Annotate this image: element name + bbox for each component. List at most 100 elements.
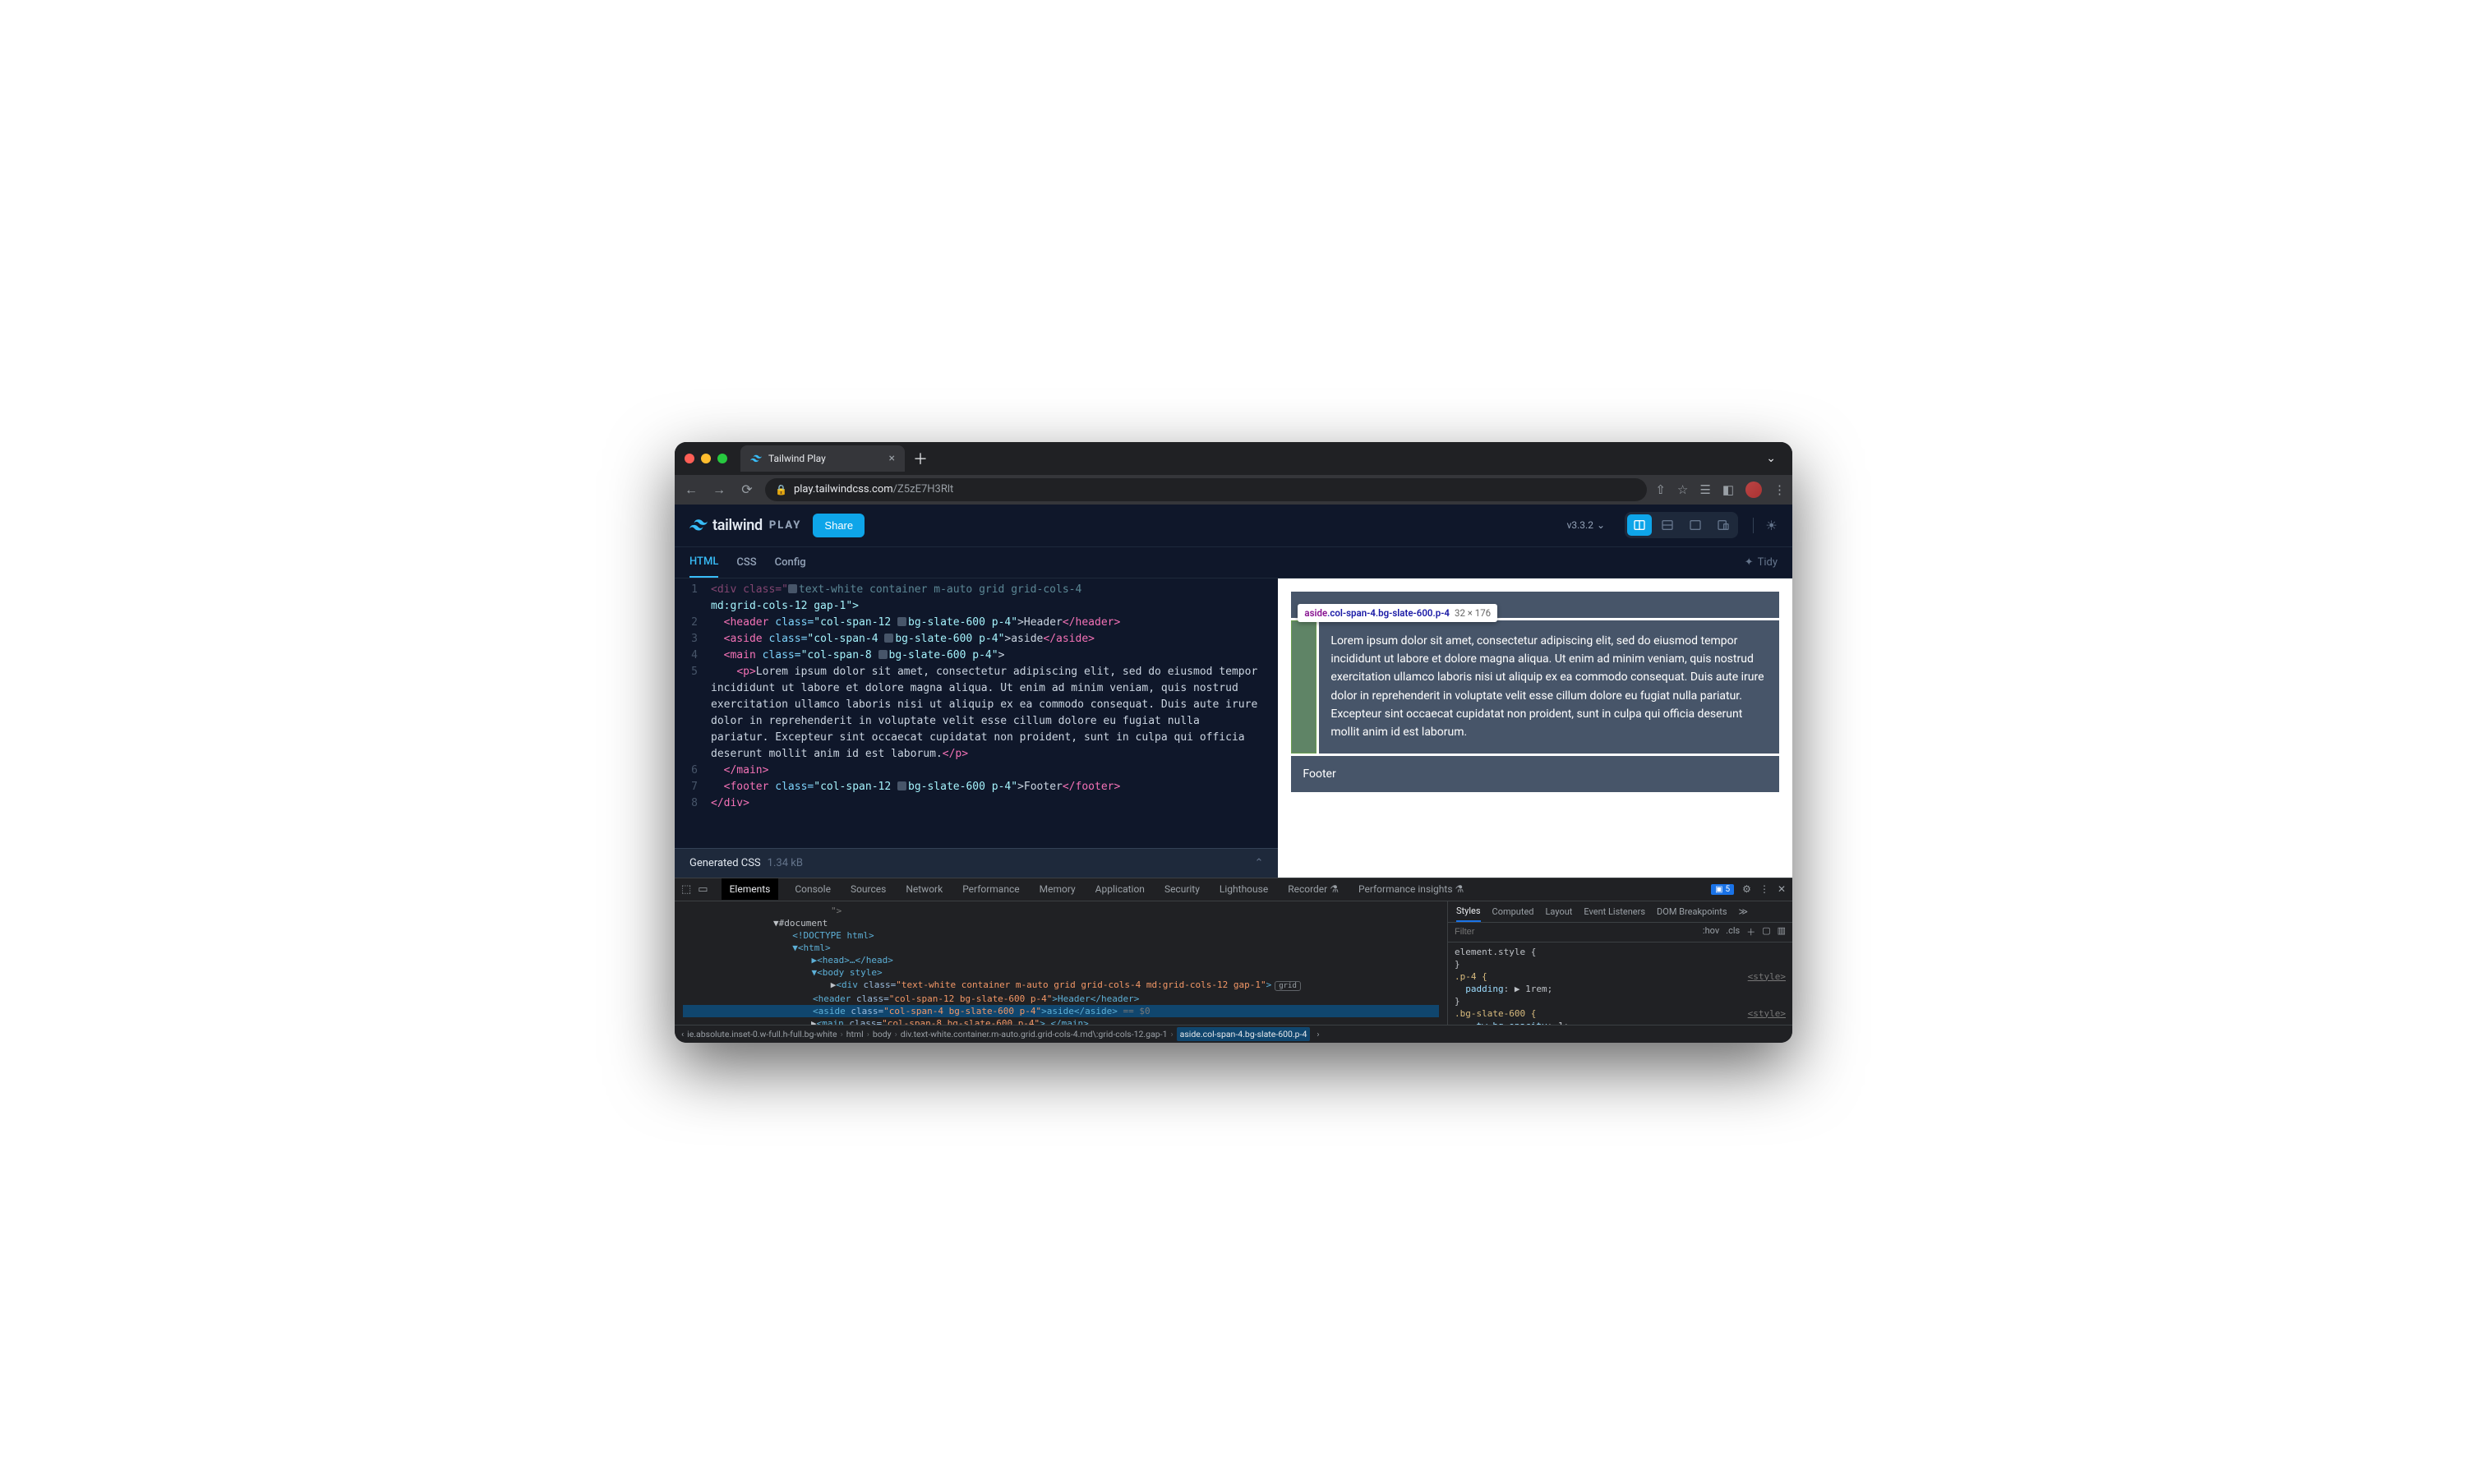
preview-footer: Footer bbox=[1291, 756, 1779, 792]
theme-toggle-icon[interactable]: ☀ bbox=[1753, 518, 1778, 533]
nav-reload-icon[interactable]: ⟳ bbox=[737, 482, 757, 497]
styles-tab-styles[interactable]: Styles bbox=[1456, 901, 1481, 922]
browser-tab-active[interactable]: Tailwind Play × bbox=[740, 445, 905, 472]
styles-tab-layout[interactable]: Layout bbox=[1546, 906, 1573, 917]
styles-tabs: Styles Computed Layout Event Listeners D… bbox=[1448, 901, 1792, 923]
devtools-tab-application[interactable]: Application bbox=[1092, 878, 1148, 900]
code-editor[interactable]: 1<div class="text-white container m-auto… bbox=[675, 578, 1278, 848]
computed-toggle-icon[interactable]: ▢ bbox=[1762, 925, 1770, 938]
styles-tab-event[interactable]: Event Listeners bbox=[1584, 906, 1645, 917]
tab-config[interactable]: Config bbox=[775, 548, 806, 577]
hov-toggle[interactable]: :hov bbox=[1703, 925, 1719, 938]
devtools-tab-security[interactable]: Security bbox=[1161, 878, 1203, 900]
window-close[interactable] bbox=[685, 454, 694, 463]
layout-split-vertical[interactable] bbox=[1627, 514, 1652, 536]
preview-pane: aside.col-span-4.bg-slate-600.p-4 32 × 1… bbox=[1278, 578, 1792, 878]
layout-preview-only[interactable] bbox=[1683, 514, 1708, 536]
devtools-tab-recorder[interactable]: Recorder ⚗ bbox=[1284, 878, 1342, 900]
sidepanel-icon[interactable]: ◧ bbox=[1722, 482, 1734, 497]
tab-close-icon[interactable]: × bbox=[889, 452, 895, 465]
devtools-tab-elements[interactable]: Elements bbox=[722, 878, 779, 900]
color-swatch-icon bbox=[788, 584, 797, 593]
inspect-element-icon[interactable]: ⬚ bbox=[681, 883, 691, 896]
devtools-tab-console[interactable]: Console bbox=[791, 878, 834, 900]
window-maximize[interactable] bbox=[717, 454, 727, 463]
tailwind-header: tailwind PLAY Share v3.3.2 ⌄ ☀ bbox=[675, 505, 1792, 547]
editor-pane: 1<div class="text-white container m-auto… bbox=[675, 578, 1278, 878]
breadcrumb-left-icon[interactable]: ‹ bbox=[681, 1029, 684, 1039]
more-tabs-icon[interactable]: ≫ bbox=[1739, 906, 1749, 917]
styles-tab-computed[interactable]: Computed bbox=[1492, 906, 1534, 917]
browser-menu-icon[interactable]: ⋮ bbox=[1773, 482, 1786, 497]
devtools-styles-pane: Styles Computed Layout Event Listeners D… bbox=[1447, 901, 1792, 1025]
url-text: play.tailwindcss.com/Z5zE7H3Rlt bbox=[794, 483, 953, 495]
reading-list-icon[interactable]: ☰ bbox=[1699, 482, 1710, 497]
nav-back-icon[interactable]: ← bbox=[681, 482, 701, 498]
browser-addressbar: ← → ⟳ 🔒 play.tailwindcss.com/Z5zE7H3Rlt … bbox=[675, 475, 1792, 505]
devtools-body: "> ▼#document <!DOCTYPE html> ▼<html> ▶<… bbox=[675, 901, 1792, 1025]
tidy-label: Tidy bbox=[1758, 556, 1778, 569]
devtools-tab-network[interactable]: Network bbox=[902, 878, 946, 900]
color-swatch-icon bbox=[897, 781, 906, 790]
issues-badge[interactable]: ▣ 5 bbox=[1711, 884, 1734, 895]
addressbar-actions: ⇧ ☆ ☰ ◧ ⋮ bbox=[1655, 482, 1786, 498]
share-page-icon[interactable]: ⇧ bbox=[1655, 482, 1666, 497]
new-tab-button[interactable]: ＋ bbox=[905, 448, 936, 469]
devtools: ⬚ ▭ Elements Console Sources Network Per… bbox=[675, 878, 1792, 1043]
device-toolbar-icon[interactable]: ▭ bbox=[698, 883, 708, 896]
preview-main: Lorem ipsum dolor sit amet, consectetur … bbox=[1319, 620, 1779, 754]
new-rule-icon[interactable]: ＋ bbox=[1746, 925, 1755, 938]
editor-tabs: HTML CSS Config ✦ Tidy bbox=[675, 547, 1792, 578]
devtools-tab-perf-insights[interactable]: Performance insights ⚗ bbox=[1355, 878, 1467, 900]
split-pane: 1<div class="text-white container m-auto… bbox=[675, 578, 1792, 878]
tab-html[interactable]: HTML bbox=[689, 547, 718, 578]
inspect-highlight-overlay bbox=[1291, 620, 1317, 754]
devtools-tab-memory[interactable]: Memory bbox=[1036, 878, 1079, 900]
rendering-toggle-icon[interactable]: ▥ bbox=[1778, 925, 1786, 938]
breadcrumb-item[interactable]: body bbox=[873, 1029, 892, 1039]
styles-filter-input[interactable] bbox=[1455, 927, 1696, 937]
generated-css-panel[interactable]: Generated CSS 1.34 kB ⌃ bbox=[675, 848, 1278, 878]
breadcrumb-item-active[interactable]: aside.col-span-4.bg-slate-600.p-4 bbox=[1177, 1027, 1311, 1041]
devtools-tab-sources[interactable]: Sources bbox=[847, 878, 889, 900]
layout-toggles bbox=[1625, 512, 1738, 538]
inspect-dimensions: 32 × 176 bbox=[1455, 607, 1491, 619]
breadcrumb-right-icon[interactable]: › bbox=[1317, 1029, 1319, 1039]
layout-responsive[interactable] bbox=[1711, 514, 1736, 536]
devtools-settings-icon[interactable]: ⚙ bbox=[1742, 883, 1751, 895]
flask-icon: ⚗ bbox=[1455, 883, 1464, 895]
devtools-menu-icon[interactable]: ⋮ bbox=[1759, 883, 1769, 895]
version-select[interactable]: v3.3.2 ⌄ bbox=[1559, 514, 1613, 536]
share-button[interactable]: Share bbox=[813, 514, 865, 537]
devtools-breadcrumb: ‹ ie.absolute.inset-0.w-full.h-full.bg-w… bbox=[675, 1025, 1792, 1043]
browser-titlebar: Tailwind Play × ＋ ⌄ bbox=[675, 442, 1792, 475]
breadcrumb-item[interactable]: html bbox=[846, 1029, 864, 1039]
chevron-down-icon: ⌄ bbox=[1597, 519, 1605, 531]
style-rules[interactable]: element.style { } .p-4 {<style> padding:… bbox=[1448, 942, 1792, 1025]
window-menu-chevron-icon[interactable]: ⌄ bbox=[1759, 452, 1782, 465]
devtools-tabs: ⬚ ▭ Elements Console Sources Network Per… bbox=[675, 878, 1792, 901]
cls-toggle[interactable]: .cls bbox=[1726, 925, 1740, 938]
layout-split-horizontal[interactable] bbox=[1655, 514, 1680, 536]
devtools-tab-lighthouse[interactable]: Lighthouse bbox=[1216, 878, 1271, 900]
devtools-close-icon[interactable]: ✕ bbox=[1778, 883, 1786, 895]
browser-window: Tailwind Play × ＋ ⌄ ← → ⟳ 🔒 play.tailwin… bbox=[675, 442, 1792, 1043]
color-swatch-icon bbox=[884, 634, 893, 643]
devtools-elements-tree[interactable]: "> ▼#document <!DOCTYPE html> ▼<html> ▶<… bbox=[675, 901, 1447, 1025]
styles-tab-dom[interactable]: DOM Breakpoints bbox=[1657, 906, 1727, 917]
breadcrumb-item[interactable]: ie.absolute.inset-0.w-full.h-full.bg-whi… bbox=[687, 1029, 837, 1039]
nav-forward-icon[interactable]: → bbox=[709, 482, 729, 498]
bookmark-star-icon[interactable]: ☆ bbox=[1677, 482, 1688, 497]
devtools-tab-performance[interactable]: Performance bbox=[959, 878, 1022, 900]
sparkle-icon: ✦ bbox=[1745, 556, 1754, 569]
tidy-button[interactable]: ✦ Tidy bbox=[1745, 556, 1778, 569]
tailwind-favicon-icon bbox=[750, 453, 762, 464]
breadcrumb-item[interactable]: div.text-white.container.m-auto.grid.gri… bbox=[901, 1029, 1168, 1039]
color-swatch-icon bbox=[897, 617, 906, 626]
window-minimize[interactable] bbox=[701, 454, 711, 463]
brand-name: tailwind bbox=[712, 517, 763, 534]
tailwind-logo[interactable]: tailwind PLAY bbox=[689, 516, 801, 534]
profile-avatar[interactable] bbox=[1745, 482, 1762, 498]
tab-css[interactable]: CSS bbox=[736, 548, 756, 577]
url-field[interactable]: 🔒 play.tailwindcss.com/Z5zE7H3Rlt bbox=[765, 478, 1647, 501]
